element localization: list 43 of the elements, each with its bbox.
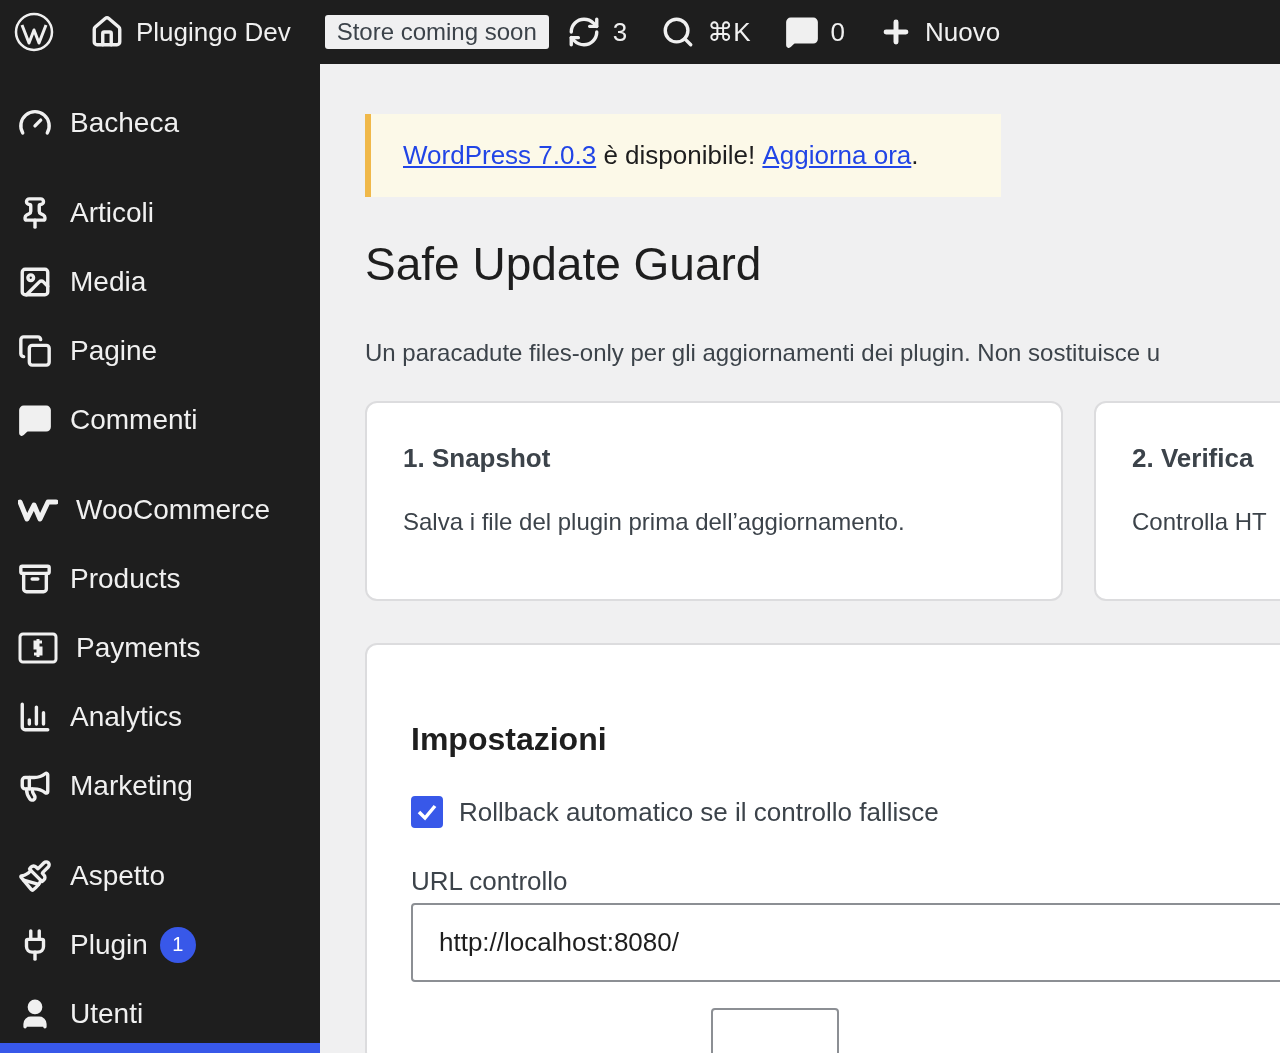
rollback-checkbox[interactable] [411,796,443,828]
sidebar-menu-item[interactable]: Utenti [0,979,320,1048]
sidebar-menu-item[interactable]: WooCommerce [0,475,320,544]
pages-icon [18,333,52,368]
paintbrush-icon [18,858,52,893]
url-input-field[interactable]: http://localhost:8080/ [411,903,1280,982]
notice-period: . [911,140,919,171]
site-name-link[interactable]: Plugingo Dev [136,16,291,48]
update-now-link[interactable]: Aggiorna ora [762,140,912,171]
sidebar-menu-item[interactable]: Plugin 1 [0,910,320,979]
updates-count[interactable]: 3 [612,16,628,48]
page-title: Safe Update Guard [365,237,763,291]
sidebar-menu-item[interactable]: Media [0,247,320,316]
sidebar-menu-item[interactable]: Aspetto [0,841,320,910]
step-title: 1. Snapshot [403,443,552,474]
step-text: Controlla HT [1132,508,1268,536]
dollar-box-icon [18,631,58,664]
number-input-field[interactable] [711,1008,839,1053]
step-title: 2. Verifica [1132,443,1255,474]
sidebar-menu-item[interactable]: Payments [0,613,320,682]
comments-count[interactable]: 0 [830,16,846,48]
notice-text: è disponibile! [602,140,757,171]
step-text: Salva i file del plugin prima dell’aggiornamento. [403,508,906,536]
new-link[interactable]: Nuovo [925,16,1001,48]
url-label: URL controllo [411,866,569,897]
settings-title: Impostazioni [411,721,608,758]
sidebar-menu-item[interactable]: Analytics [0,682,320,751]
sidebar-menu-item[interactable]: Articoli [0,178,320,247]
wordpress-logo-icon[interactable] [14,12,54,52]
version-link[interactable]: WordPress 7.0.3 [403,140,597,171]
count-badge: 1 [159,926,196,963]
search-shortcut[interactable]: ⌘K [707,16,751,48]
store-status-badge[interactable]: Store coming soon [324,15,549,49]
sidebar-menu-item[interactable]: Marketing [0,751,320,820]
sidebar-menu-item[interactable]: Commenti [0,385,320,454]
sidebar-menu-item[interactable]: Pagine [0,316,320,385]
comment-icon[interactable] [784,15,819,49]
home-icon[interactable] [90,15,124,49]
page-description: Un paracadute files-only per gli aggiornamenti dei plugin. Non sostituisce u [365,339,1162,367]
sidebar-menu-item[interactable]: Products [0,544,320,613]
rollback-label: Rollback automatico se il controllo fallisce [459,796,939,828]
sidebar-menu-item[interactable]: Bacheca [0,88,320,157]
woo-logo-icon [18,497,58,522]
